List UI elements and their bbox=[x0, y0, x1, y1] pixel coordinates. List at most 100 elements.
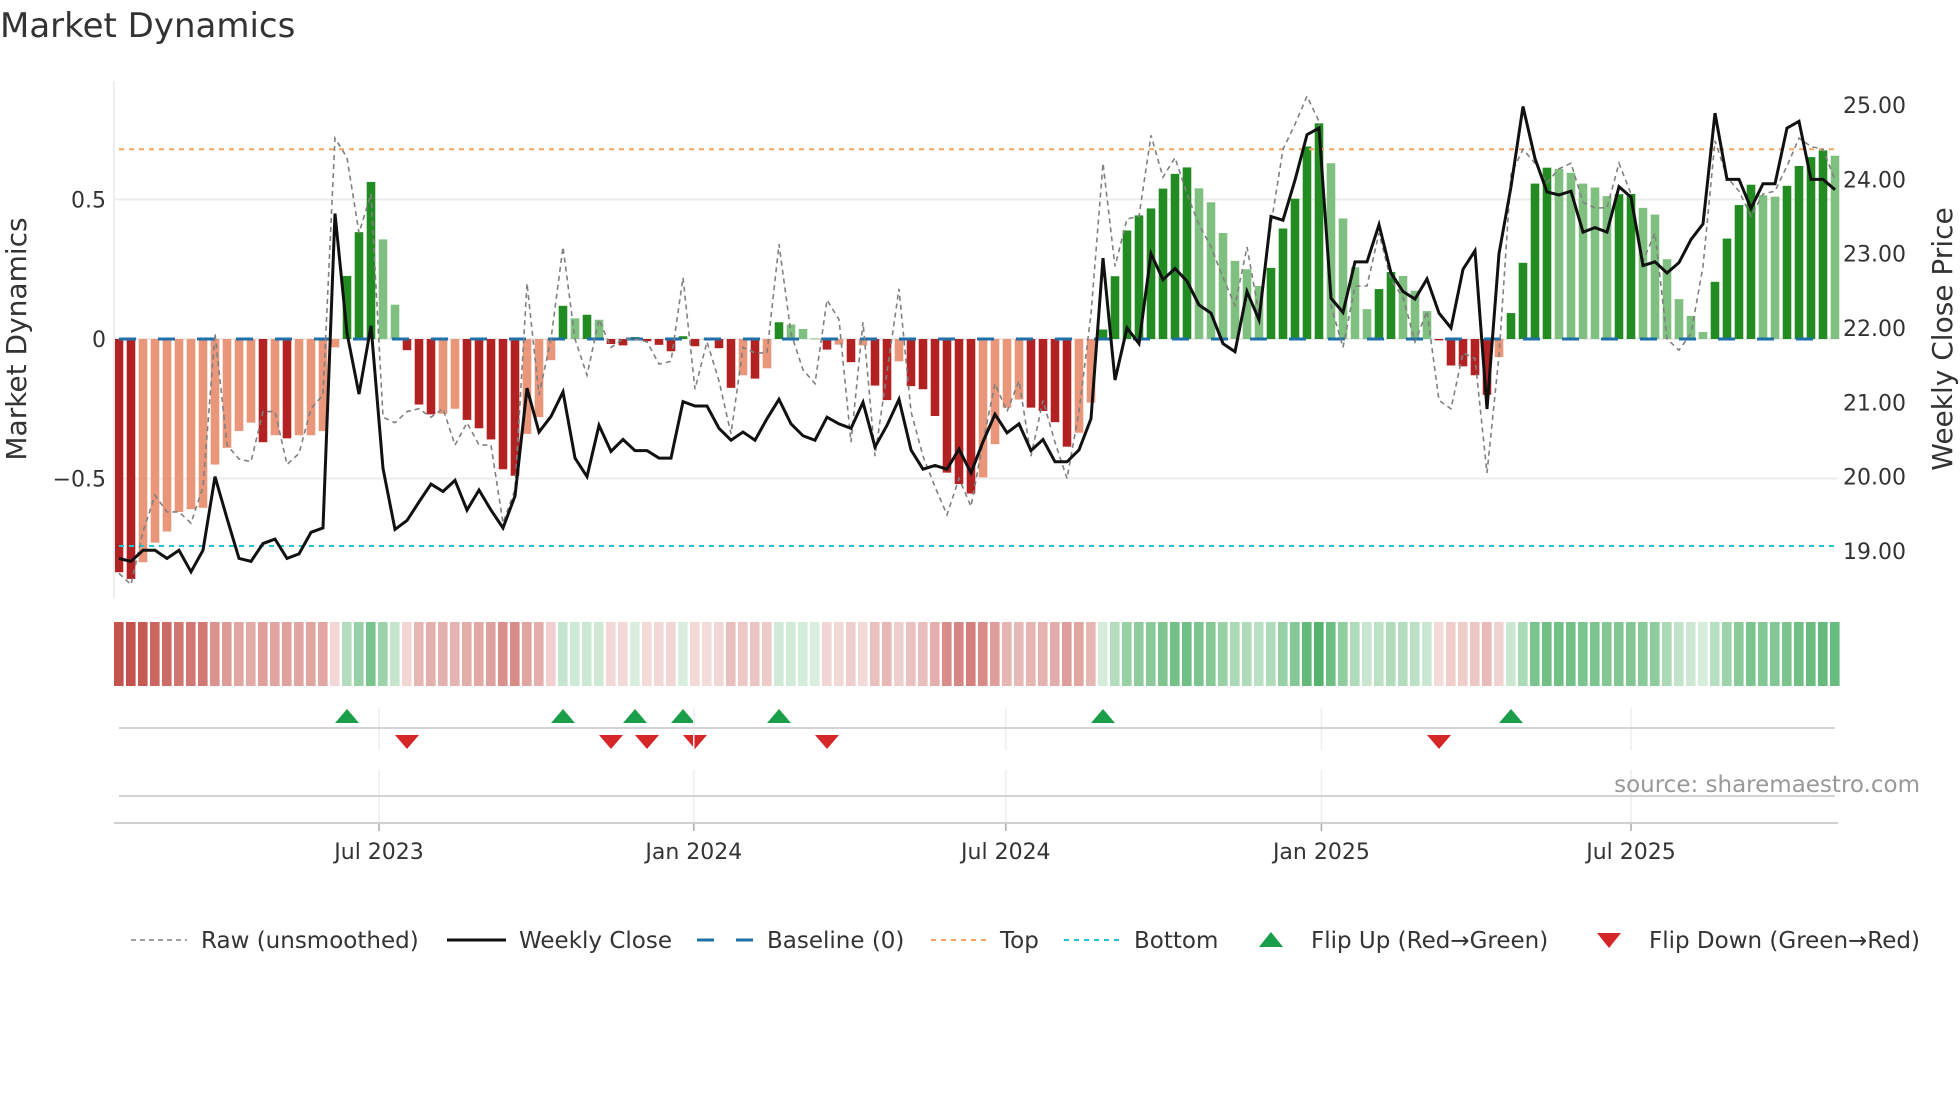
bar bbox=[1734, 205, 1744, 339]
strip-cell bbox=[1674, 622, 1684, 686]
strip-cell bbox=[570, 622, 580, 686]
bar bbox=[870, 339, 880, 386]
bar bbox=[1374, 289, 1384, 339]
bar bbox=[1338, 218, 1348, 339]
legend-label: Baseline (0) bbox=[767, 928, 904, 954]
strip-cell bbox=[1578, 622, 1588, 686]
strip-cell bbox=[1266, 622, 1276, 686]
strip-cell bbox=[786, 622, 796, 686]
x-tick-label: Jul 2025 bbox=[1584, 840, 1676, 865]
bar bbox=[822, 339, 832, 350]
strip-cell bbox=[246, 622, 256, 686]
strip-cell bbox=[666, 622, 676, 686]
bar bbox=[738, 339, 748, 376]
bar bbox=[810, 338, 820, 340]
strip-cell bbox=[942, 622, 952, 686]
strip-cell bbox=[1098, 622, 1108, 686]
bar bbox=[846, 339, 856, 363]
strip-cell bbox=[150, 622, 160, 686]
strip-cell bbox=[1686, 622, 1696, 686]
strip-cell bbox=[1014, 622, 1024, 686]
strip-cell bbox=[1398, 622, 1408, 686]
strip-cell bbox=[258, 622, 268, 686]
y2-tick-label: 19.00 bbox=[1843, 540, 1906, 565]
legend-label: Weekly Close bbox=[519, 928, 672, 954]
strip-cell bbox=[282, 622, 292, 686]
strip-cell bbox=[774, 622, 784, 686]
bar bbox=[1026, 339, 1036, 408]
y2-tick-label: 25.00 bbox=[1843, 94, 1906, 119]
strip-cell bbox=[978, 622, 988, 686]
strip-cell bbox=[486, 622, 496, 686]
bar bbox=[750, 339, 760, 379]
strip-cell bbox=[546, 622, 556, 686]
strip-cell bbox=[1638, 622, 1648, 686]
strip-cell bbox=[606, 622, 616, 686]
bar bbox=[1050, 339, 1060, 423]
strip-cell bbox=[1242, 622, 1252, 686]
strip-cell bbox=[126, 622, 136, 686]
strip-cell bbox=[558, 622, 568, 686]
bar bbox=[1158, 188, 1168, 339]
strip-cell bbox=[1722, 622, 1732, 686]
strip-cell bbox=[1554, 622, 1564, 686]
strip-cell bbox=[1758, 622, 1768, 686]
bar bbox=[474, 339, 484, 429]
bar bbox=[1038, 339, 1048, 411]
flip-down-marker bbox=[599, 735, 623, 749]
bar bbox=[162, 339, 172, 532]
bar bbox=[654, 339, 664, 345]
bar bbox=[690, 339, 700, 347]
strip-cell bbox=[534, 622, 544, 686]
bar bbox=[942, 339, 952, 473]
bar bbox=[1434, 339, 1444, 341]
x-axis: Jul 2023 Jan 2024 Jul 2024 Jan 2025 Jul 2025 bbox=[114, 708, 1838, 865]
bar bbox=[1806, 157, 1816, 339]
bar bbox=[1110, 276, 1120, 339]
x-tick-label: Jan 2025 bbox=[1271, 840, 1370, 865]
x-tick-label: Jan 2024 bbox=[643, 840, 742, 865]
strip-cell bbox=[270, 622, 280, 686]
strip-cell bbox=[1470, 622, 1480, 686]
bar bbox=[186, 339, 196, 510]
strip-cell bbox=[1206, 622, 1216, 686]
flip-up-marker bbox=[335, 709, 359, 723]
bar bbox=[558, 305, 568, 339]
strip-cell bbox=[798, 622, 808, 686]
flip-up-marker bbox=[1091, 709, 1115, 723]
flip-up-marker bbox=[767, 709, 791, 723]
bar bbox=[798, 328, 808, 339]
strip-cell bbox=[642, 622, 652, 686]
strip-cell bbox=[618, 622, 628, 686]
strip-cell bbox=[894, 622, 904, 686]
strip-cell bbox=[366, 622, 376, 686]
bar bbox=[930, 339, 940, 417]
y-tick-label: 0.5 bbox=[71, 189, 106, 214]
strip-cell bbox=[1086, 622, 1096, 686]
strip-cell bbox=[426, 622, 436, 686]
strip-cell bbox=[378, 622, 388, 686]
strip-cell bbox=[1458, 622, 1468, 686]
strip-cell bbox=[1158, 622, 1168, 686]
y-axis-title: Market Dynamics bbox=[0, 217, 33, 460]
bar bbox=[582, 314, 592, 339]
strip-cell bbox=[1770, 622, 1780, 686]
bar bbox=[762, 339, 772, 369]
bar bbox=[1506, 313, 1516, 339]
legend-label: Flip Up (Red→Green) bbox=[1311, 928, 1548, 954]
bar bbox=[234, 339, 244, 432]
strip-cell bbox=[1218, 622, 1228, 686]
strip-cell bbox=[474, 622, 484, 686]
strip-cell bbox=[1182, 622, 1192, 686]
strip-cell bbox=[1278, 622, 1288, 686]
strip-cell bbox=[510, 622, 520, 686]
legend-label: Flip Down (Green→Red) bbox=[1649, 928, 1920, 954]
bar bbox=[1518, 262, 1528, 339]
strip-cell bbox=[1650, 622, 1660, 686]
bar bbox=[282, 339, 292, 439]
bar bbox=[426, 339, 436, 415]
strip-cell bbox=[1734, 622, 1744, 686]
strip-cell bbox=[1002, 622, 1012, 686]
strip-cell bbox=[1362, 622, 1372, 686]
strip-cell bbox=[1482, 622, 1492, 686]
